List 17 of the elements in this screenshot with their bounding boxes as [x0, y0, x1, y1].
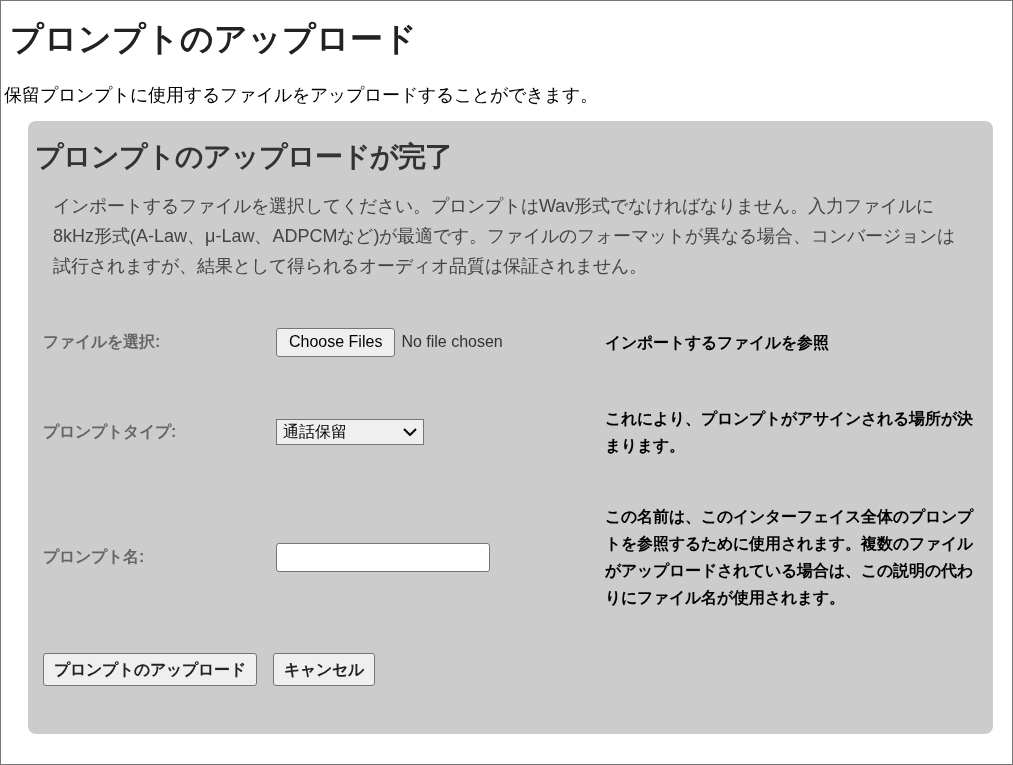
chevron-down-icon: [403, 428, 417, 436]
cancel-button[interactable]: キャンセル: [273, 653, 375, 686]
panel-description: インポートするファイルを選択してください。プロンプトはWav形式でなければなりません。入力ファイルに8kHz形式(A-Law、μ-Law、ADPCMなど)が最適です。ファイルのフォーマットが異なる場合、コンバージョンは試行されますが、結果として得られるオーディオ品質は保証されません。: [53, 195, 957, 278]
field-help-text: この名前は、このインターフェイス全体のプロンプトを参照するために使用されます。複数のファイルがアップロードされている場合は、この説明の代わりにファイル名が使用されます。: [605, 507, 975, 608]
prompt-type-select[interactable]: 通話保留: [276, 419, 424, 445]
upload-button[interactable]: プロンプトのアップロード: [43, 653, 257, 686]
field-help-text: インポートするファイルを参照: [605, 332, 830, 353]
file-status-text: No file chosen: [401, 332, 503, 352]
field-label: プロンプトタイプ:: [42, 422, 178, 442]
prompt-name-input[interactable]: [276, 542, 490, 572]
panel-title: プロンプトのアップロードが完了: [35, 140, 453, 174]
field-label: プロンプト名:: [42, 547, 146, 567]
intro-text: 保留プロンプトに使用するファイルをアップロードすることができます。: [3, 84, 599, 107]
field-help-text: これにより、プロンプトがアサインされる場所が決まります。: [605, 409, 974, 456]
page-title: プロンプトのアップロード: [9, 19, 418, 59]
choose-files-button[interactable]: Choose Files: [276, 327, 396, 357]
field-label: ファイルを選択:: [42, 332, 162, 352]
